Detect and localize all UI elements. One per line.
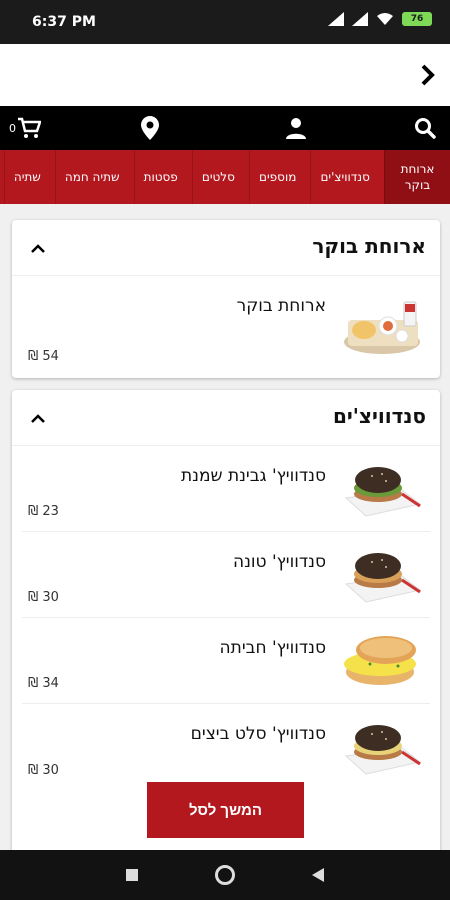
section-header[interactable]: ארוחת בוקר bbox=[12, 220, 440, 276]
section-title: ארוחת בוקר bbox=[312, 234, 426, 258]
section-header[interactable]: סנדוויצ'ים bbox=[12, 390, 440, 446]
tab-hot-drinks[interactable]: שתיה חמה bbox=[54, 150, 129, 204]
icon-bar: 0 bbox=[0, 106, 450, 150]
tab-extras[interactable]: מוספים bbox=[249, 150, 305, 204]
breakfast-tray-image bbox=[344, 301, 420, 354]
tab-breakfast[interactable]: ארוחת בוקר bbox=[384, 150, 450, 204]
sandwich-image bbox=[344, 553, 422, 603]
tab-label: ארוחת בוקר bbox=[400, 162, 435, 192]
sandwich-image bbox=[344, 467, 422, 517]
item-price: 54 ₪ bbox=[28, 349, 59, 364]
section-title: סנדוויצ'ים bbox=[332, 404, 426, 428]
person-icon bbox=[286, 118, 306, 139]
signal-icon-2 bbox=[352, 12, 368, 26]
menu-item[interactable]: סנדוויץ' טונה 30 ₪ bbox=[22, 532, 430, 618]
status-time: 6:37 PM bbox=[32, 14, 96, 30]
menu-item[interactable]: סנדוויץ' חביתה 34 ₪ bbox=[22, 618, 430, 704]
tab-label: פסטות bbox=[143, 170, 178, 184]
category-tabs: ארוחת בוקר סנדוויצ'ים מוספים סלטים פסטות… bbox=[0, 150, 450, 204]
location-pin-icon bbox=[141, 116, 159, 140]
signal-icon bbox=[328, 12, 344, 26]
home-button[interactable] bbox=[213, 863, 237, 887]
tab-label: סנדוויצ'ים bbox=[320, 170, 370, 184]
wifi-icon bbox=[377, 13, 393, 25]
menu-item[interactable]: סנדוויץ' גבינת שמנת 23 ₪ bbox=[22, 446, 430, 532]
status-bar: 6:37 PM 76 bbox=[0, 0, 450, 44]
chevron-right-icon bbox=[421, 64, 435, 86]
item-name: סנדוויץ' גבינת שמנת bbox=[180, 466, 326, 486]
status-icons: 76 bbox=[328, 12, 432, 26]
account-button[interactable] bbox=[284, 116, 308, 140]
recents-button[interactable] bbox=[120, 863, 144, 887]
search-button[interactable] bbox=[412, 116, 438, 140]
tab-salads[interactable]: סלטים bbox=[191, 150, 244, 204]
menu-item[interactable]: סנדוויץ' סלט ביצים 30 ₪ bbox=[22, 704, 430, 790]
section-card: סנדוויצ'ים סנדוויץ' גבינת שמנת 23 ₪ סנדו… bbox=[12, 390, 440, 850]
item-price: 23 ₪ bbox=[28, 504, 59, 519]
location-button[interactable] bbox=[138, 116, 162, 140]
search-icon bbox=[415, 118, 436, 139]
item-name: סנדוויץ' חביתה bbox=[219, 638, 326, 658]
tab-label: שתיה bbox=[13, 170, 41, 184]
sandwich-image bbox=[344, 725, 422, 775]
tab-label: סלטים bbox=[201, 170, 235, 184]
item-price: 30 ₪ bbox=[28, 763, 59, 778]
cart-button[interactable]: 0 bbox=[8, 116, 42, 140]
item-name: סנדוויץ' סלט ביצים bbox=[190, 724, 326, 744]
menu-content[interactable]: ארוחת בוקר ארוחת בוקר 54 ₪ סנדוויצ'ים סנ… bbox=[0, 204, 450, 850]
menu-item[interactable]: ארוחת בוקר 54 ₪ bbox=[22, 276, 430, 376]
section-card: ארוחת בוקר ארוחת בוקר 54 ₪ bbox=[12, 220, 440, 378]
chevron-up-icon[interactable] bbox=[28, 238, 48, 258]
item-price: 34 ₪ bbox=[28, 676, 59, 691]
triangle-back-icon bbox=[312, 868, 324, 882]
square-icon bbox=[126, 869, 138, 881]
tab-pastas[interactable]: פסטות bbox=[133, 150, 187, 204]
tab-label: מוספים bbox=[259, 170, 297, 184]
system-nav-bar bbox=[0, 850, 450, 900]
top-bar bbox=[0, 44, 450, 106]
continue-to-cart-button[interactable]: המשך לסל bbox=[147, 782, 304, 838]
tab-label: שתיה חמה bbox=[64, 170, 120, 184]
tab-sandwiches[interactable]: סנדוויצ'ים bbox=[310, 150, 378, 204]
item-name: סנדוויץ' טונה bbox=[232, 552, 326, 572]
battery-icon: 76 bbox=[402, 12, 432, 26]
back-button[interactable] bbox=[414, 61, 442, 89]
item-price: 30 ₪ bbox=[28, 590, 59, 605]
tab-drinks[interactable]: שתיה bbox=[3, 150, 50, 204]
circle-icon bbox=[215, 865, 235, 885]
chevron-up-icon[interactable] bbox=[28, 408, 48, 428]
cart-icon bbox=[18, 117, 41, 138]
cart-count: 0 bbox=[9, 121, 16, 135]
item-name: ארוחת בוקר bbox=[236, 296, 326, 316]
bagel-omelette-image bbox=[344, 636, 416, 685]
back-nav-button[interactable] bbox=[306, 863, 330, 887]
